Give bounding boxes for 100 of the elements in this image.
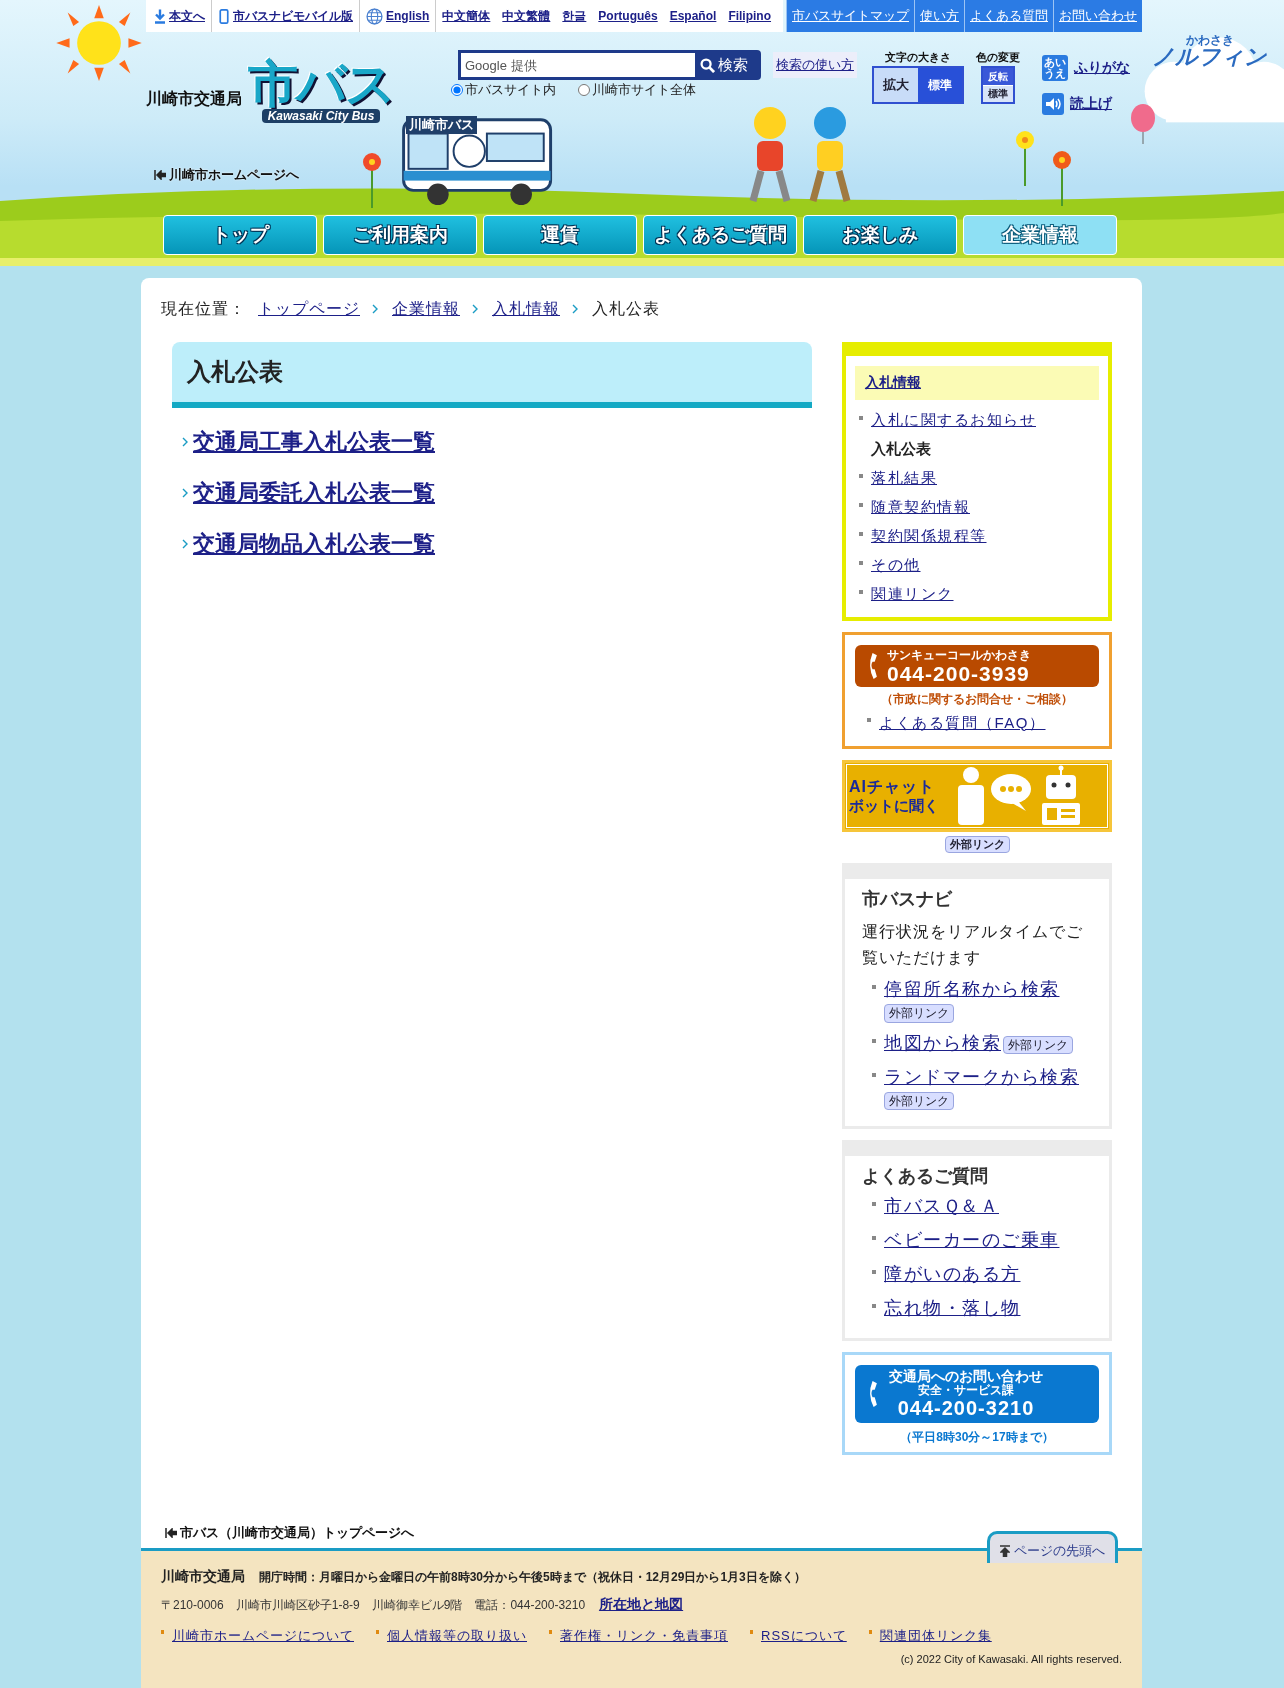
faq-link[interactable]: 障がいのある方 [884, 1259, 1021, 1288]
call-center-banner[interactable]: サンキューコールかわさき 044-200-3939 [855, 645, 1099, 687]
notice-list-link[interactable]: 交通局委託入札公表一覧 [193, 477, 435, 509]
scope-radio[interactable] [578, 84, 590, 96]
bullet-icon [872, 1072, 876, 1077]
up-arrow-icon [1000, 1545, 1010, 1557]
footer-link[interactable]: 著作権・リンク・免責事項 [560, 1627, 728, 1645]
utility-link[interactable]: 使い方 [914, 0, 964, 32]
contact-department: 安全・サービス課 [918, 1384, 1014, 1398]
header-link[interactable]: 中文簡体 [436, 0, 497, 32]
bus-sign: 川崎市バス [406, 116, 477, 134]
breadcrumb-link[interactable]: トップページ [258, 298, 360, 320]
faq-link[interactable]: よくある質問（FAQ） [879, 713, 1046, 733]
call-center-note: （市政に関するお問合せ・ご相談） [881, 691, 1073, 708]
color-change-button[interactable]: 標準 [983, 85, 1013, 102]
footer-org-name: 川崎市交通局 [161, 1568, 245, 1586]
bullet-icon [750, 1630, 753, 1634]
utility-link[interactable]: 市バスサイトマップ [786, 0, 914, 32]
header-link[interactable]: Português [592, 0, 664, 32]
utility-link[interactable]: よくある質問 [964, 0, 1053, 32]
banner-text: ボットに聞く [849, 796, 939, 815]
read-aloud-link[interactable]: 読上げ [1070, 95, 1112, 113]
menu-link[interactable]: 契約関係規程等 [871, 527, 987, 546]
menu-link[interactable]: 随意契約情報 [871, 498, 970, 517]
utility-link[interactable]: お問い合わせ [1053, 0, 1142, 32]
site-logo[interactable]: 市バス Kawasaki City Bus [248, 59, 394, 123]
city-home-link[interactable]: 川崎市ホームページへ [154, 166, 299, 184]
menu-link[interactable]: 関連リンク [871, 585, 954, 604]
chevron-icon [182, 437, 188, 447]
external-link-badge: 外部リンク [1003, 1035, 1073, 1054]
breadcrumb-link[interactable]: 入札情報 [492, 298, 560, 320]
footer-link[interactable]: RSSについて [761, 1627, 847, 1645]
org-name: 川崎市交通局 [146, 88, 242, 109]
mascot-logo[interactable]: かわさき ノルフィン [1152, 34, 1267, 68]
page-top-link[interactable]: ページの先頭へ [987, 1531, 1118, 1563]
faq-link[interactable]: ベビーカーのご乗車 [884, 1225, 1060, 1254]
text-size-button[interactable]: 標準 [918, 68, 962, 102]
header-link[interactable]: English [360, 0, 437, 32]
header-link[interactable]: 한글 [556, 0, 593, 32]
bullet-icon [868, 1630, 872, 1634]
external-link-badge: 外部リンク [884, 1091, 954, 1110]
scope-radio[interactable] [451, 84, 463, 96]
page-title: 入札公表 [172, 342, 812, 408]
chevron-icon [372, 304, 378, 314]
bullet-icon [859, 416, 863, 420]
color-change-label: 色の変更 [976, 50, 1020, 65]
footer-link[interactable]: 関連団体リンク集 [879, 1627, 992, 1645]
external-link-badge: 外部リンク [884, 1004, 954, 1023]
search-field[interactable]: Google 提供 [458, 50, 695, 80]
footer-address: 〒210-0006 川崎市川崎区砂子1-8-9 川崎御幸ビル9階 電話：044-200-3210 [161, 1596, 586, 1614]
bullet-icon [161, 1630, 164, 1634]
notice-list-link[interactable]: 交通局物品入札公表一覧 [193, 528, 435, 560]
search-button[interactable]: 検索 [695, 50, 761, 80]
furigana-link[interactable]: ふりがな [1074, 59, 1130, 77]
back-arrow-icon [165, 1528, 177, 1538]
menu-link[interactable]: 入札に関するお知らせ [871, 411, 1036, 430]
chevron-icon [182, 539, 188, 549]
opening-hours: 開庁時間：月曜日から金曜日の午前8時30分から午後5時まで（祝休日・12月29日から1月3日を除く） [259, 1568, 806, 1586]
balloon-icon [1128, 104, 1158, 144]
ai-chatbot-banner[interactable]: AIチャット ボットに聞く [842, 760, 1112, 832]
bullet-icon [859, 503, 863, 507]
bus-navi-link[interactable]: 停留所名称から検索 [884, 979, 1060, 1000]
top-page-link[interactable]: 市バス（川崎市交通局）トップページへ [165, 1524, 414, 1542]
header-link[interactable]: Filipino [722, 0, 778, 32]
bullet-icon [859, 590, 863, 594]
menu-link[interactable]: その他 [871, 556, 921, 575]
header-link[interactable]: 市バスナビモバイル版 [212, 0, 360, 32]
bullet-icon [867, 718, 871, 722]
search-help-link[interactable]: 検索の使い方 [773, 52, 857, 78]
bullet-icon [872, 1235, 876, 1240]
notice-list-link[interactable]: 交通局工事入札公表一覧 [193, 426, 435, 458]
footer-link[interactable]: 個人情報等の取り扱い [387, 1627, 527, 1645]
map-link[interactable]: 所在地と地図 [599, 1596, 684, 1614]
header-link[interactable]: 本文へ [148, 0, 212, 32]
bullet-icon [376, 1630, 379, 1634]
section-heading-link[interactable]: 入札情報 [865, 374, 921, 392]
phone-icon [867, 653, 877, 679]
search-icon [700, 57, 715, 73]
copyright: (c) 2022 City of Kawasaki. All rights reserved. [900, 1653, 1122, 1665]
box-heading: よくあるご質問 [862, 1164, 989, 1188]
bullet-icon [872, 1201, 876, 1206]
text-size-label: 文字の大きさ [885, 50, 951, 65]
furigana-icon: あいうえ [1042, 55, 1068, 81]
bus-navi-link[interactable]: ランドマークから検索 [884, 1066, 1079, 1087]
color-change-button[interactable]: 反転 [983, 68, 1013, 85]
header-link[interactable]: Español [663, 0, 723, 32]
contact-banner[interactable]: 交通局へのお問い合わせ 安全・サービス課 044-200-3210 [855, 1364, 1099, 1423]
banner-text: AIチャット [849, 777, 936, 797]
text-size-button[interactable]: 拡大 [874, 68, 918, 102]
footer-link[interactable]: 川崎市ホームページについて [172, 1627, 354, 1645]
menu-link[interactable]: 落札結果 [871, 469, 937, 488]
bullet-icon [859, 532, 863, 536]
header-link[interactable]: 中文繁體 [496, 0, 557, 32]
faq-link[interactable]: 忘れ物・落し物 [884, 1293, 1021, 1322]
chevron-icon [572, 304, 578, 314]
breadcrumb-link[interactable]: 企業情報 [392, 298, 460, 320]
chevron-icon [472, 304, 478, 314]
faq-link[interactable]: 市バスＱ＆Ａ [884, 1191, 999, 1220]
bus-navi-description: 運行状況をリアルタイムでご覧いただけます [862, 922, 1084, 969]
bus-navi-link[interactable]: 地図から検索 [884, 1032, 1001, 1053]
